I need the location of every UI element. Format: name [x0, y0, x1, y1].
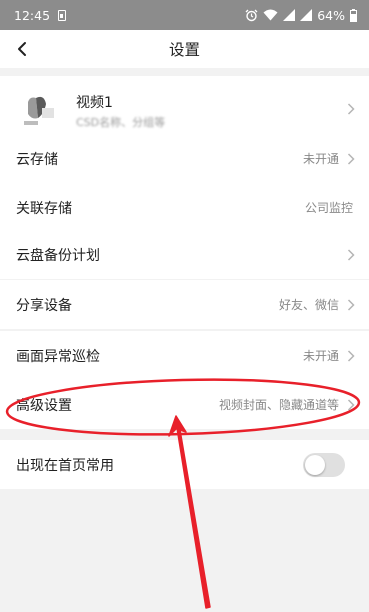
signal-icon [283, 9, 296, 21]
cloud-backup-card: 云盘备份计划 [0, 230, 369, 279]
chevron-right-icon [347, 103, 355, 115]
anomaly-patrol-label: 画面异常巡检 [16, 348, 100, 365]
advanced-settings-value: 视频封面、隐藏通道等 [218, 398, 339, 412]
alarm-clock-icon [245, 9, 258, 21]
share-device-label: 分享设备 [16, 297, 72, 314]
show-on-home-row: 出现在首页常用 [0, 440, 369, 489]
anomaly-patrol-status: 未开通 [302, 349, 339, 363]
anomaly-patrol-row[interactable]: 画面异常巡检 未开通 [0, 331, 369, 380]
device-name: 视频1 [76, 95, 113, 111]
linked-storage-label: 关联存储 [16, 200, 72, 217]
battery-percent: 64% [317, 7, 345, 23]
device-card[interactable]: 视频1 CSD名称、分组等 [0, 76, 369, 142]
wifi-icon [263, 9, 278, 21]
linked-storage-row[interactable]: 关联存储 公司监控 [0, 183, 369, 232]
device-thumbnail [22, 88, 66, 128]
cloud-storage-row[interactable]: 云存储 未开通 [0, 134, 369, 183]
cloud-storage-label: 云存储 [16, 151, 58, 168]
advanced-settings-label: 高级设置 [16, 397, 72, 414]
chevron-right-icon [347, 398, 355, 411]
device-subtitle: CSD名称、分组等 [76, 116, 166, 129]
linked-storage-value: 公司监控 [304, 201, 353, 215]
show-on-home-toggle[interactable] [303, 452, 345, 477]
chevron-right-icon [347, 298, 355, 311]
chevron-right-icon [347, 248, 355, 261]
show-on-home-card: 出现在首页常用 [0, 440, 369, 489]
back-arrow-icon[interactable] [13, 38, 33, 60]
battery-icon [350, 8, 357, 22]
show-on-home-label: 出现在首页常用 [16, 457, 114, 474]
page-title: 设置 [168, 41, 200, 59]
status-bar: 12:45 64% [0, 0, 369, 30]
cloud-backup-row[interactable]: 云盘备份计划 [0, 230, 369, 279]
share-device-row[interactable]: 分享设备 好友、微信 [0, 280, 369, 329]
chevron-right-icon [347, 152, 355, 165]
navigation-bar: 设置 [0, 30, 369, 68]
device-row[interactable]: 视频1 CSD名称、分组等 [0, 76, 369, 142]
toggle-knob [305, 454, 325, 475]
status-time: 12:45 [14, 7, 51, 23]
advanced-settings-row[interactable]: 高级设置 视频封面、隐藏通道等 [0, 380, 369, 429]
storage-card: 云存储 未开通 关联存储 公司监控 [0, 134, 369, 232]
patrol-advanced-card: 画面异常巡检 未开通 高级设置 视频封面、隐藏通道等 [0, 331, 369, 429]
signal-icon-2 [300, 9, 313, 21]
share-device-value: 好友、微信 [278, 298, 339, 312]
cloud-storage-status: 未开通 [302, 152, 339, 166]
cloud-backup-label: 云盘备份计划 [16, 247, 100, 264]
share-device-card: 分享设备 好友、微信 [0, 280, 369, 329]
chevron-right-icon [347, 349, 355, 362]
sim-card-icon [58, 9, 67, 21]
